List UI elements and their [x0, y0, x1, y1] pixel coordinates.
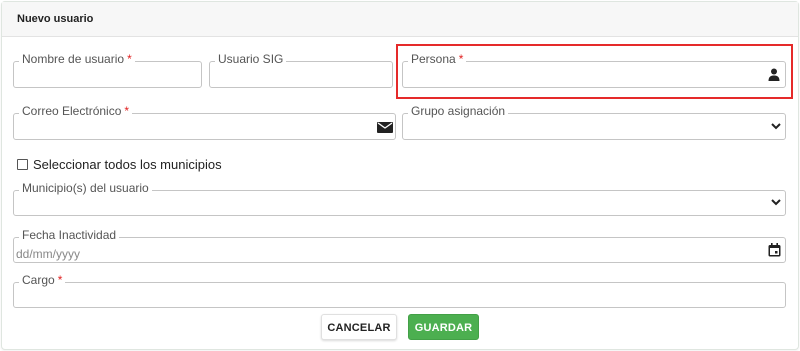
calendar-icon[interactable]	[768, 243, 781, 257]
position-label: Cargo *	[19, 273, 66, 287]
email-field[interactable]: Correo Electrónico *	[13, 104, 396, 140]
cancel-button[interactable]: CANCELAR	[321, 314, 397, 340]
save-button[interactable]: GUARDAR	[408, 314, 479, 340]
inactivity-date-field[interactable]: Fecha Inactividad dd/mm/yyyy	[13, 228, 786, 263]
select-all-municipalities[interactable]: Seleccionar todos los municipios	[17, 156, 222, 172]
sig-user-label: Usuario SIG	[215, 52, 287, 66]
required-mark: *	[127, 52, 132, 66]
inactivity-date-label: Fecha Inactividad	[19, 228, 120, 242]
username-field[interactable]: Nombre de usuario *	[13, 52, 202, 88]
username-label: Nombre de usuario *	[19, 52, 135, 66]
date-placeholder: dd/mm/yyyy	[16, 247, 81, 261]
card-header: Nuevo usuario	[2, 2, 798, 37]
email-label: Correo Electrónico *	[19, 104, 133, 118]
sig-user-field[interactable]: Usuario SIG	[209, 52, 393, 88]
municipalities-label: Municipio(s) del usuario	[19, 181, 152, 195]
focus-highlight-box	[396, 44, 793, 99]
chevron-down-icon	[771, 199, 781, 206]
municipalities-select[interactable]: Municipio(s) del usuario	[13, 181, 786, 216]
envelope-icon	[377, 122, 393, 133]
assignment-group-select[interactable]: Grupo asignación	[402, 104, 786, 140]
position-field[interactable]: Cargo *	[13, 273, 786, 308]
required-mark: *	[57, 273, 63, 287]
select-all-label: Seleccionar todos los municipios	[33, 156, 222, 172]
required-mark: *	[124, 104, 130, 118]
select-all-checkbox[interactable]	[17, 158, 28, 170]
chevron-down-icon	[771, 123, 781, 130]
card-title: Nuevo usuario	[17, 13, 94, 25]
assignment-group-label: Grupo asignación	[408, 104, 509, 118]
